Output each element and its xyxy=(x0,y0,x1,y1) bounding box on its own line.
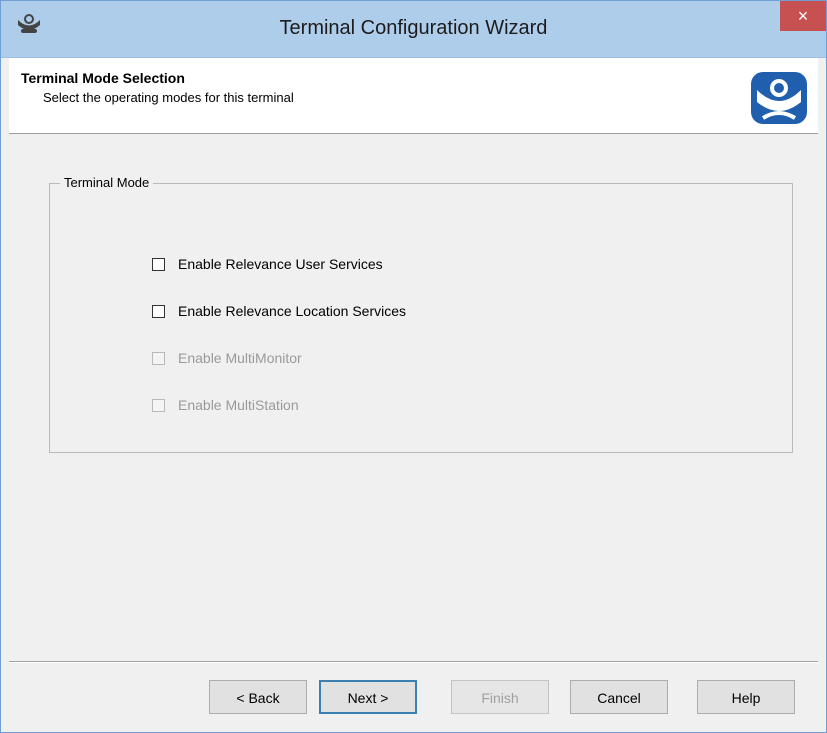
option-multistation: Enable MultiStation xyxy=(152,395,299,415)
checkbox xyxy=(152,351,165,365)
next-button[interactable]: Next > xyxy=(319,680,417,714)
option-relevance-user-services[interactable]: Enable Relevance User Services xyxy=(152,254,383,274)
thinmanager-logo-icon xyxy=(751,72,807,124)
cancel-button[interactable]: Cancel xyxy=(570,680,668,714)
checkbox[interactable] xyxy=(152,257,165,271)
help-button[interactable]: Help xyxy=(697,680,795,714)
page-title: Terminal Mode Selection xyxy=(21,70,185,86)
checkbox xyxy=(152,398,165,412)
title-bar[interactable]: Terminal Configuration Wizard × xyxy=(1,1,826,58)
wizard-body: Terminal Mode Enable Relevance User Serv… xyxy=(9,134,818,659)
option-label: Enable Relevance User Services xyxy=(178,256,383,272)
option-relevance-location-services[interactable]: Enable Relevance Location Services xyxy=(152,301,406,321)
footer-divider xyxy=(9,661,818,663)
terminal-mode-group: Terminal Mode Enable Relevance User Serv… xyxy=(49,175,793,453)
window-title: Terminal Configuration Wizard xyxy=(279,17,548,39)
close-button[interactable]: × xyxy=(780,1,826,31)
wizard-header: Terminal Mode Selection Select the opera… xyxy=(9,58,818,134)
option-label: Enable MultiMonitor xyxy=(178,350,302,366)
wizard-window: Terminal Configuration Wizard × Terminal… xyxy=(0,0,827,733)
option-label: Enable Relevance Location Services xyxy=(178,303,407,319)
option-label: Enable MultiStation xyxy=(178,397,299,413)
option-multimonitor: Enable MultiMonitor xyxy=(152,348,302,368)
group-label: Terminal Mode xyxy=(60,175,154,190)
finish-button: Finish xyxy=(451,680,549,714)
checkbox[interactable] xyxy=(152,304,165,318)
page-subtitle: Select the operating modes for this term… xyxy=(43,90,294,105)
back-button[interactable]: < Back xyxy=(209,680,307,714)
